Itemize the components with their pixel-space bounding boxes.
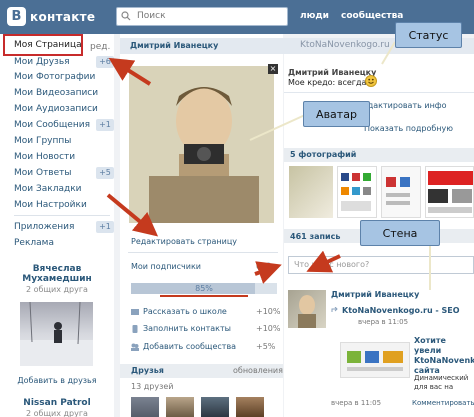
callout-wall: Стена: [360, 220, 440, 246]
avatar-callout-pointer: [249, 114, 306, 141]
callout-status: Статус: [395, 22, 462, 48]
callout-avatar: Аватар: [303, 101, 370, 127]
annotation-arrows: [106, 41, 431, 297]
arrow-subscribers: [254, 261, 282, 284]
status-callout-pointer: [381, 41, 396, 65]
arrow-my-page: [108, 57, 152, 86]
arrow-wall-input: [306, 250, 341, 273]
arrow-edit-page: [106, 193, 159, 237]
